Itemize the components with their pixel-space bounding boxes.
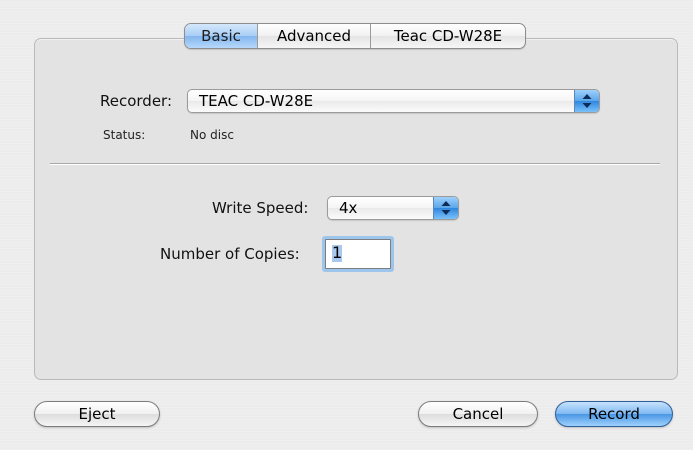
recorder-label: Recorder: (100, 92, 173, 110)
status-value: No disc (190, 128, 234, 142)
record-button[interactable]: Record (555, 401, 673, 427)
tab-basic[interactable]: Basic (185, 24, 257, 48)
recorder-value: TEAC CD-W28E (199, 92, 314, 110)
eject-button[interactable]: Eject (34, 401, 160, 427)
status-label: Status: (103, 128, 146, 142)
copies-value: 1 (332, 243, 343, 262)
write-speed-label: Write Speed: (212, 199, 309, 217)
copies-field[interactable]: 1 (325, 239, 391, 269)
burn-dialog-sheet: Basic Advanced Teac CD-W28E Recorder: TE… (0, 0, 693, 450)
write-speed-value: 4x (339, 199, 358, 217)
tab-teac-cd-w28e[interactable]: Teac CD-W28E (370, 24, 525, 48)
copies-label: Number of Copies: (160, 245, 300, 263)
up-down-arrows-icon (433, 197, 458, 219)
write-speed-popup[interactable]: 4x (327, 196, 459, 220)
recorder-popup[interactable]: TEAC CD-W28E (187, 89, 600, 113)
tab-advanced[interactable]: Advanced (257, 24, 370, 48)
tab-bar: Basic Advanced Teac CD-W28E (184, 23, 526, 49)
cancel-button[interactable]: Cancel (418, 401, 538, 427)
section-divider (50, 163, 660, 165)
up-down-arrows-icon (574, 90, 599, 112)
